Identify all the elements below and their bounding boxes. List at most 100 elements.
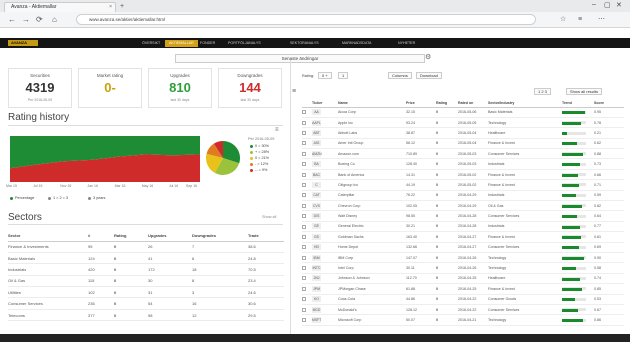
row-checkbox[interactable] (302, 214, 306, 219)
ticker-badge[interactable]: AIG (312, 140, 321, 147)
ticker-badge[interactable]: MSFT (312, 317, 321, 323)
ticker-badge[interactable]: BA (312, 161, 321, 168)
col-rating[interactable]: Rating (436, 99, 458, 108)
row-checkbox[interactable] (302, 172, 306, 177)
col-sector[interactable]: Sector/Industry (488, 99, 562, 108)
stock-row[interactable]: MCD McDonald's 128.12 0 2016-04-22 Consumer S… (302, 304, 624, 316)
sector-row[interactable]: Industrials 420 0 172 18 70.5 (8, 263, 284, 276)
nav-item-fonder[interactable]: FONDER (200, 39, 215, 47)
sector-row[interactable]: Finance & Investments 95 0 26 7 38.6 (8, 241, 284, 253)
col-price[interactable]: Price (406, 99, 436, 108)
row-checkbox[interactable] (302, 318, 306, 323)
nav-item-portfoljanalys[interactable]: PORTFÖLJANALYS (228, 39, 261, 47)
stock-row[interactable]: AIG Amer Intl Group 56.12 0 2016-05-04 Financ… (302, 138, 624, 150)
maximize-icon[interactable]: ▢ (604, 1, 611, 9)
row-checkbox[interactable] (302, 162, 306, 167)
row-checkbox[interactable] (302, 131, 306, 135)
col-score[interactable]: Score (594, 99, 624, 108)
col-ticker[interactable]: Ticker (312, 99, 338, 108)
sector-row[interactable]: Oil & Gas 115 0 30 8 23.4 (8, 275, 284, 288)
row-checkbox[interactable] (302, 224, 306, 229)
close-tab-icon[interactable]: × (109, 3, 112, 12)
ticker-badge[interactable]: DIS (312, 213, 321, 220)
ticker-badge[interactable]: BAC (312, 171, 321, 178)
settings-icon[interactable]: ⚙ (425, 53, 431, 61)
row-checkbox[interactable] (302, 110, 306, 115)
stock-row[interactable]: DIS Walt Disney 98.55 0 2016-04-28 Consumer S… (302, 210, 624, 222)
col-trend[interactable]: Trend (562, 99, 594, 108)
ticker-badge[interactable]: GS (312, 233, 321, 240)
nav-item-marknadsdata[interactable]: MARKNADSDATA (342, 39, 371, 47)
close-window-icon[interactable]: ✕ (616, 1, 622, 9)
row-checkbox[interactable] (302, 297, 306, 302)
stock-row[interactable]: ABT Abbott Labs 38.87 0 2016-05-04 Healthcare… (302, 127, 624, 139)
row-checkbox[interactable] (302, 266, 306, 271)
ticker-badge[interactable]: CVX (312, 202, 321, 209)
page-select[interactable]: 1 (338, 72, 349, 79)
ticker-badge[interactable]: ABT (312, 129, 321, 136)
ticker-badge[interactable]: AA (312, 109, 321, 116)
row-checkbox[interactable] (302, 120, 306, 125)
list-menu-icon[interactable]: ≡ (292, 88, 296, 95)
nav-item-sektoranalys[interactable]: SEKTORANALYS (290, 39, 319, 47)
minimize-icon[interactable]: – (592, 1, 596, 8)
nav-item-oversikt[interactable]: ÖVERSIKT (142, 39, 160, 47)
reload-icon[interactable]: ⟳ (36, 15, 43, 24)
row-checkbox[interactable] (302, 307, 306, 312)
legend-period[interactable]: 3 years (88, 196, 105, 200)
address-bar[interactable]: www.avanza.se/aktier/aktiemallar.html (76, 14, 536, 25)
stock-row[interactable]: GS Goldman Sachs 163.40 0 2016-04-27 Finance … (302, 231, 624, 243)
ticker-badge[interactable]: GE (312, 223, 321, 230)
rating-filter-select[interactable]: 0 + (318, 72, 332, 79)
col-rating[interactable]: Rating (114, 231, 148, 242)
col-name[interactable]: Name (338, 99, 406, 108)
ticker-badge[interactable]: INTC (312, 265, 321, 272)
row-checkbox[interactable] (302, 286, 306, 291)
ticker-badge[interactable]: AMZN (312, 150, 322, 157)
sector-row[interactable]: Consumer Services 236 0 54 16 30.6 (8, 297, 284, 310)
bookmark-star-icon[interactable]: ☆ (560, 15, 566, 24)
col-downgrades[interactable]: Downgrades (192, 231, 248, 242)
stock-row[interactable]: HD Home Depot 132.66 0 2016-04-27 Consumer Se… (302, 242, 624, 253)
back-icon[interactable]: ← (8, 15, 16, 24)
stock-row[interactable]: IBM IBM Corp 147.07 0 2016-04-26 Technology 0.… (302, 252, 624, 264)
home-icon[interactable]: ⌂ (52, 15, 57, 24)
pagination[interactable]: 1 2 3 (534, 88, 551, 95)
stock-row[interactable]: C Citigroup Inc 44.19 0 2016-05-02 Finance & … (302, 179, 624, 191)
col-trade[interactable]: Trade (248, 231, 284, 242)
show-all-button[interactable]: Show all results (566, 88, 603, 95)
row-checkbox[interactable] (302, 234, 306, 239)
columns-button[interactable]: Columns (388, 72, 412, 79)
more-icon[interactable]: ⋯ (598, 15, 605, 24)
sector-row[interactable]: Telecoms 377 0 98 12 29.5 (8, 309, 284, 322)
row-checkbox[interactable] (302, 182, 306, 187)
stock-row[interactable]: JNJ Johnson & Johnson 112.70 0 2016-04-25 Hea… (302, 273, 624, 285)
row-checkbox[interactable] (302, 203, 306, 208)
chart-menu-icon[interactable]: ≡ (275, 127, 279, 133)
browser-tab[interactable]: Avanza - Aktiemallar × (4, 2, 116, 12)
ticker-badge[interactable]: KO (312, 296, 321, 303)
stock-row[interactable]: AAPL Apple Inc 93.24 0 2016-05-05 Technology 0… (302, 117, 624, 129)
stock-row[interactable]: AA Alcoa Corp 32.15 0 2016-05-06 Basic Materi… (302, 107, 624, 118)
legend-scale[interactable]: 1 = 2 = 3 (48, 196, 68, 200)
stock-row[interactable]: JPM JPMorgan Chase 61.88 0 2016-04-25 Finance… (302, 283, 624, 295)
ticker-badge[interactable]: HD (312, 244, 321, 251)
ticker-badge[interactable]: AAPL (312, 119, 321, 126)
row-checkbox[interactable] (302, 151, 306, 156)
legend-percentage[interactable]: Percentage (10, 196, 34, 200)
sector-row[interactable]: Utilities 102 0 31 3 24.6 (8, 286, 284, 299)
ticker-badge[interactable]: MCD (312, 306, 321, 313)
download-button[interactable]: Download (416, 72, 442, 79)
stock-row[interactable]: INTC Intel Corp 30.11 0 2016-04-26 Technology… (302, 262, 624, 274)
sector-row[interactable]: Basic Materials 124 0 41 6 24.8 (8, 252, 284, 265)
stock-row[interactable]: MSFT Microsoft Corp 50.07 0 2016-04-21 Techno… (302, 314, 624, 326)
nav-item-aktiemallar[interactable]: AKTIEMALLAR (165, 40, 198, 47)
stock-row[interactable]: CVX Chevron Corp 102.05 0 2016-04-29 Oil & Ga… (302, 200, 624, 212)
col-rated-on[interactable]: Rated on (458, 99, 488, 108)
stock-row[interactable]: KO Coca-Cola 44.86 0 2016-04-22 Consumer Good… (302, 294, 624, 305)
ticker-badge[interactable]: C (312, 181, 321, 188)
ticker-badge[interactable]: IBM (312, 254, 321, 261)
col-sector[interactable]: Sector (8, 231, 88, 242)
stock-row[interactable]: GE General Electric 30.21 0 2016-04-28 Indust… (302, 221, 624, 233)
hub-icon[interactable]: ≡ (578, 15, 582, 24)
